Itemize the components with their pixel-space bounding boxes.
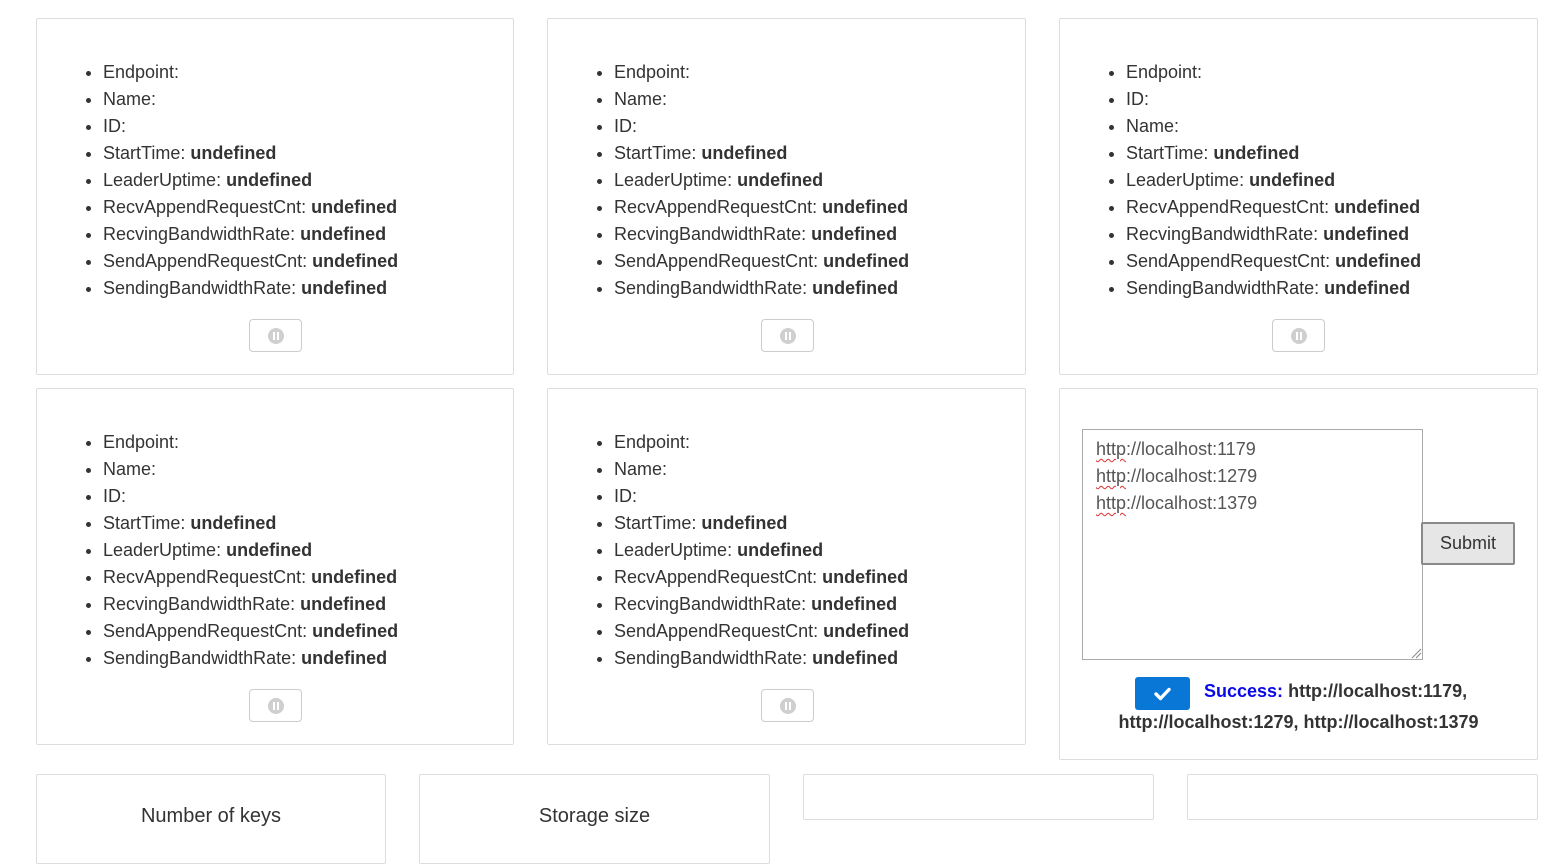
stat-item: RecvAppendRequestCnt: undefined <box>103 564 398 591</box>
pause-circle-icon <box>779 327 796 344</box>
stat-item: Name: <box>103 86 398 113</box>
stat-item: StartTime: undefined <box>1126 140 1421 167</box>
stat-item: Name: <box>103 456 398 483</box>
check-icon <box>1154 687 1171 700</box>
stat-item: Name: <box>614 456 909 483</box>
number-of-keys-card: Number of keys <box>36 774 386 864</box>
node-stats-list: Endpoint: Name: ID: StartTime: undefined… <box>85 429 398 672</box>
status-message: Success: http://localhost:1179, <box>1204 681 1467 702</box>
status-endpoints-1: http://localhost:1179, <box>1288 681 1468 701</box>
stat-item: SendAppendRequestCnt: undefined <box>614 618 909 645</box>
stat-item: SendAppendRequestCnt: undefined <box>614 248 909 275</box>
node-stats-list: Endpoint: Name: ID: StartTime: undefined… <box>596 59 909 302</box>
stat-item: Endpoint: <box>103 59 398 86</box>
pause-button[interactable] <box>761 689 814 722</box>
stat-item: LeaderUptime: undefined <box>103 537 398 564</box>
endpoints-textarea[interactable]: http://localhost:1179 http://localhost:12… <box>1082 429 1423 660</box>
resize-handle-icon[interactable] <box>1410 647 1422 659</box>
pause-button[interactable] <box>249 319 302 352</box>
stat-item: LeaderUptime: undefined <box>103 167 398 194</box>
pause-circle-icon <box>267 327 284 344</box>
stat-item: ID: <box>614 113 909 140</box>
stat-item: Endpoint: <box>103 429 398 456</box>
submit-button[interactable]: Submit <box>1421 522 1515 565</box>
stat-item: RecvingBandwidthRate: undefined <box>614 221 909 248</box>
storage-size-title: Storage size <box>538 805 651 827</box>
node-card-3: Endpoint: ID: Name: StartTime: undefined… <box>1059 18 1538 375</box>
node-stats-list: Endpoint: Name: ID: StartTime: undefined… <box>85 59 398 302</box>
stat-item: RecvingBandwidthRate: undefined <box>614 591 909 618</box>
stat-item: ID: <box>1126 86 1421 113</box>
stat-item: Name: <box>1126 113 1421 140</box>
stat-item: SendingBandwidthRate: undefined <box>1126 275 1421 302</box>
stat-item: RecvAppendRequestCnt: undefined <box>1126 194 1421 221</box>
stat-item: LeaderUptime: undefined <box>1126 167 1421 194</box>
stat-item: RecvAppendRequestCnt: undefined <box>614 194 909 221</box>
node-stats-list: Endpoint: ID: Name: StartTime: undefined… <box>1108 59 1421 302</box>
stat-item: SendingBandwidthRate: undefined <box>103 645 398 672</box>
node-card-4: Endpoint: Name: ID: StartTime: undefined… <box>36 388 514 745</box>
pause-circle-icon <box>1290 327 1307 344</box>
stat-item: SendAppendRequestCnt: undefined <box>103 618 398 645</box>
endpoint-line: http://localhost:1379 <box>1096 493 1258 513</box>
stat-item: LeaderUptime: undefined <box>614 537 909 564</box>
stat-item: StartTime: undefined <box>614 510 909 537</box>
stat-item: RecvingBandwidthRate: undefined <box>103 591 398 618</box>
stat-item: RecvAppendRequestCnt: undefined <box>614 564 909 591</box>
success-label: Success: <box>1204 681 1284 701</box>
stat-item: SendingBandwidthRate: undefined <box>614 645 909 672</box>
stat-item: StartTime: undefined <box>103 510 398 537</box>
stat-item: Endpoint: <box>1126 59 1421 86</box>
node-card-1: Endpoint: Name: ID: StartTime: undefined… <box>36 18 514 375</box>
stat-item: Name: <box>614 86 909 113</box>
stat-item: Endpoint: <box>614 59 909 86</box>
stat-item: ID: <box>103 483 398 510</box>
stat-item: Endpoint: <box>614 429 909 456</box>
empty-metric-card-2 <box>1187 774 1538 820</box>
endpoint-line: http://localhost:1279 <box>1096 466 1258 486</box>
pause-button[interactable] <box>1272 319 1325 352</box>
stat-item: SendAppendRequestCnt: undefined <box>103 248 398 275</box>
stat-item: SendingBandwidthRate: undefined <box>614 275 909 302</box>
stat-item: ID: <box>103 113 398 140</box>
node-stats-list: Endpoint: Name: ID: StartTime: undefined… <box>596 429 909 672</box>
stat-item: StartTime: undefined <box>103 140 398 167</box>
stat-item: SendAppendRequestCnt: undefined <box>1126 248 1421 275</box>
stat-item: RecvingBandwidthRate: undefined <box>1126 221 1421 248</box>
stat-item: LeaderUptime: undefined <box>614 167 909 194</box>
pause-button[interactable] <box>249 689 302 722</box>
pause-button[interactable] <box>761 319 814 352</box>
number-of-keys-title: Number of keys <box>140 805 282 827</box>
pause-circle-icon <box>779 697 796 714</box>
stat-item: ID: <box>614 483 909 510</box>
node-card-2: Endpoint: Name: ID: StartTime: undefined… <box>547 18 1026 375</box>
endpoint-line: http://localhost:1179 <box>1096 439 1256 459</box>
stat-item: RecvAppendRequestCnt: undefined <box>103 194 398 221</box>
status-message-line2: http://localhost:1279, http://localhost:… <box>1118 712 1479 732</box>
pause-circle-icon <box>267 697 284 714</box>
node-card-5: Endpoint: Name: ID: StartTime: undefined… <box>547 388 1026 745</box>
storage-size-card: Storage size <box>419 774 770 864</box>
empty-metric-card-1 <box>803 774 1154 820</box>
status-check-button[interactable] <box>1135 677 1190 710</box>
stat-item: StartTime: undefined <box>614 140 909 167</box>
stat-item: RecvingBandwidthRate: undefined <box>103 221 398 248</box>
stat-item: SendingBandwidthRate: undefined <box>103 275 398 302</box>
